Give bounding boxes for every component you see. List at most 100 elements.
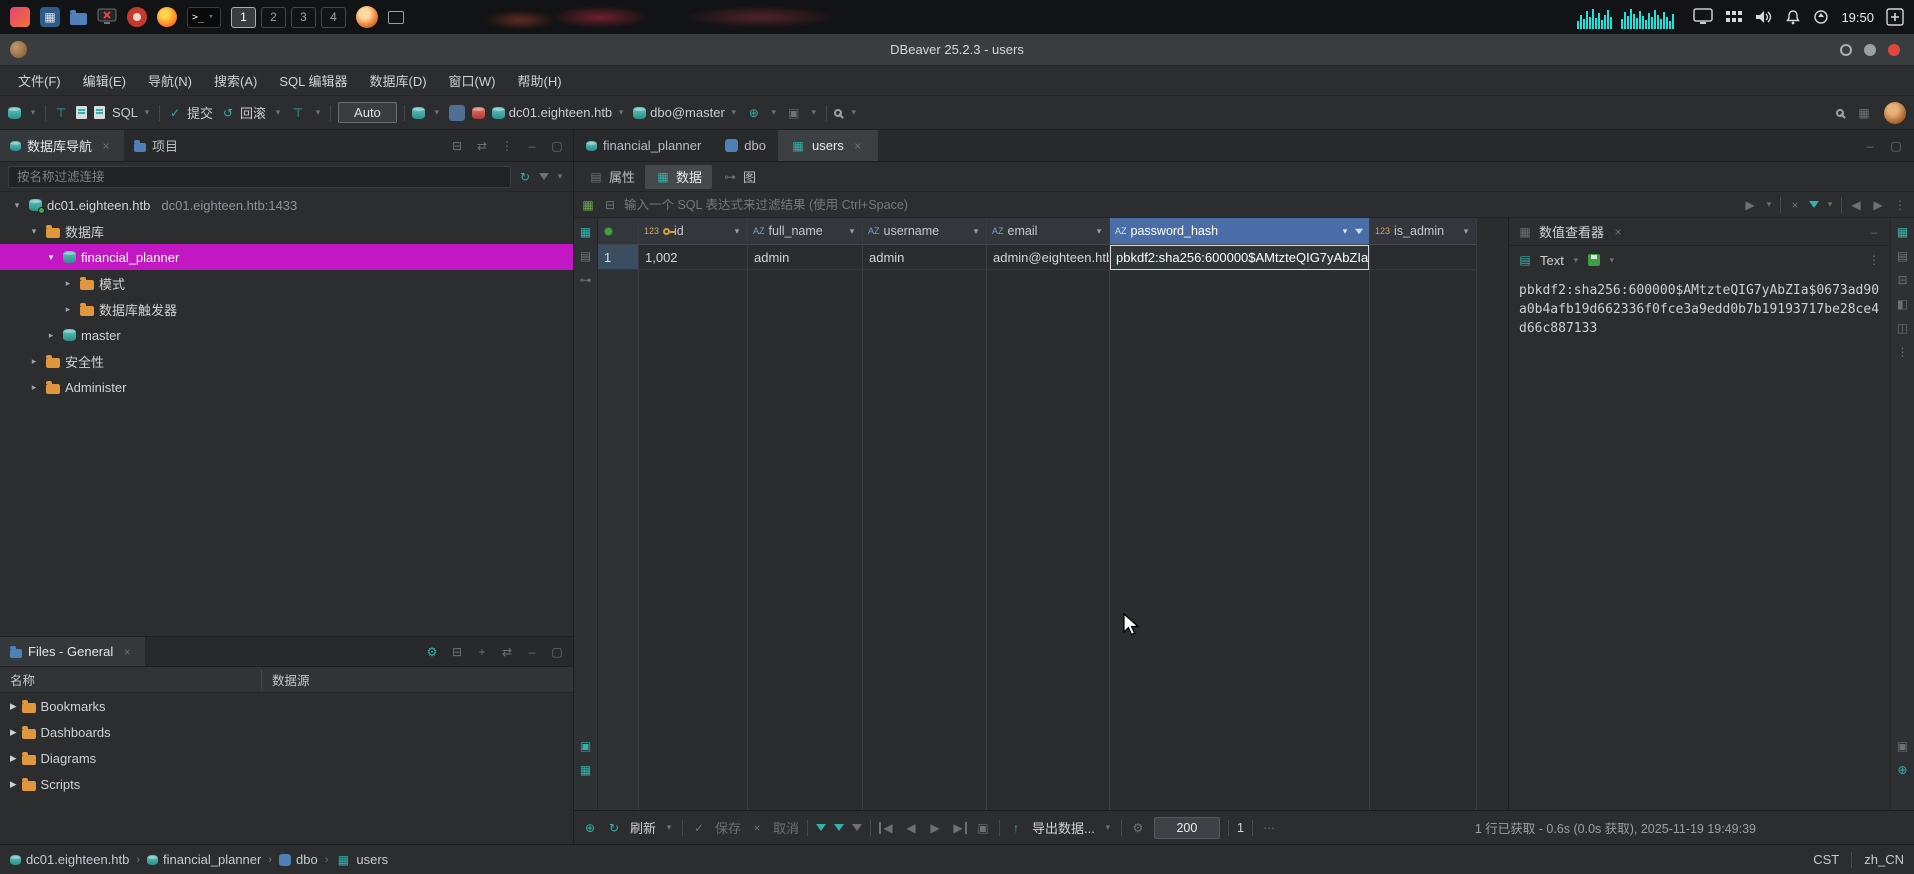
connection-caret-icon[interactable] xyxy=(28,108,38,117)
tree-item-databases[interactable]: 数据库 xyxy=(0,218,573,244)
save-icon[interactable] xyxy=(691,822,707,834)
tab-files-general[interactable]: Files - General xyxy=(0,637,146,666)
value-viewer-content[interactable]: pbkdf2:sha256:600000$AMtzteQIG7yAbZIa$06… xyxy=(1509,274,1890,810)
tab-dbo[interactable]: dbo xyxy=(713,130,778,161)
last-row-icon[interactable] xyxy=(951,821,968,834)
chevron-down-icon[interactable] xyxy=(809,108,819,117)
chevron-down-icon[interactable] xyxy=(1607,256,1617,265)
search-icon[interactable] xyxy=(833,108,842,117)
cancel-button[interactable]: 取消 xyxy=(773,818,799,837)
rollback-button[interactable]: 回滚 xyxy=(220,103,266,122)
settings-icon[interactable] xyxy=(424,646,440,658)
sql-filter-input[interactable] xyxy=(624,197,1736,212)
expand-arrow-icon[interactable] xyxy=(10,776,17,792)
expand-arrow-icon[interactable] xyxy=(10,724,17,740)
expand-arrow-icon[interactable] xyxy=(10,698,17,714)
notifications-bell-icon[interactable] xyxy=(1785,9,1801,25)
row-number-cell[interactable]: 1 xyxy=(598,245,638,270)
value-format-selector[interactable]: Text xyxy=(1540,253,1564,268)
calc-panel-icon[interactable] xyxy=(578,740,594,752)
expand-arrow-icon[interactable] xyxy=(27,226,41,237)
menu-database[interactable]: 数据库(D) xyxy=(360,67,437,94)
link-editor-icon[interactable] xyxy=(499,646,515,658)
add-icon[interactable] xyxy=(474,646,490,658)
cancel-icon[interactable] xyxy=(749,822,765,834)
tab-database-navigator[interactable]: 数据库导航 xyxy=(0,130,125,161)
menu-help[interactable]: 帮助(H) xyxy=(507,67,571,94)
maximize-button[interactable] xyxy=(1864,43,1876,56)
expand-arrow-icon[interactable] xyxy=(44,252,58,263)
transaction-log-icon[interactable] xyxy=(290,107,306,119)
connection-selector[interactable]: dc01.eighteen.htb xyxy=(491,105,626,120)
list-item-dashboards[interactable]: Dashboards xyxy=(0,719,573,745)
filter-remove-icon[interactable] xyxy=(834,824,845,831)
chevron-down-icon[interactable] xyxy=(1825,200,1835,209)
column-dropdown-icon[interactable] xyxy=(1094,227,1104,236)
database-selector[interactable]: dbo@master xyxy=(633,105,739,120)
tree-item-security[interactable]: 安全性 xyxy=(0,348,573,374)
save-value-icon[interactable] xyxy=(1587,254,1600,266)
expand-arrow-icon[interactable] xyxy=(44,330,58,341)
cell-username[interactable]: admin xyxy=(863,245,986,270)
close-icon[interactable] xyxy=(98,140,114,152)
minimize-panel-icon[interactable] xyxy=(1866,226,1882,238)
export-data-button[interactable]: 导出数据... xyxy=(1032,818,1095,837)
close-icon[interactable] xyxy=(119,646,135,658)
expand-arrow-icon[interactable] xyxy=(27,356,41,367)
display-icon[interactable] xyxy=(1693,8,1714,26)
next-row-icon[interactable] xyxy=(927,822,943,834)
filter-add-icon[interactable] xyxy=(816,824,827,831)
column-header-password-hash[interactable]: AZ password_hash xyxy=(1110,218,1369,245)
breadcrumb-database[interactable]: financial_planner xyxy=(147,852,261,867)
first-row-icon[interactable] xyxy=(879,821,895,834)
grouping-panel-icon[interactable] xyxy=(1895,322,1911,334)
refresh-button[interactable]: 刷新 xyxy=(630,818,656,837)
view-menu-icon[interactable] xyxy=(499,140,515,152)
volume-icon[interactable] xyxy=(1755,9,1773,25)
sql-script-icon-2[interactable] xyxy=(94,106,105,119)
perspective-icon[interactable] xyxy=(1856,107,1872,119)
cell-password-hash-selected[interactable]: pbkdf2:sha256:600000$AMtzteQIG7yAbZIa$06 xyxy=(1110,245,1369,270)
more-icon[interactable] xyxy=(1261,822,1277,834)
refresh-panel-icon[interactable] xyxy=(1895,764,1911,776)
monitor-x-icon[interactable] xyxy=(97,7,117,27)
minimize-button[interactable] xyxy=(1840,43,1852,56)
window-outline-icon[interactable] xyxy=(388,10,404,24)
column-dropdown-icon[interactable] xyxy=(1340,227,1350,236)
menu-navigate[interactable]: 导航(N) xyxy=(138,67,202,94)
expand-arrow-icon[interactable] xyxy=(61,278,75,289)
close-icon[interactable] xyxy=(1610,226,1626,238)
grid-mode-icon[interactable] xyxy=(578,226,594,238)
window-titlebar[interactable]: DBeaver 25.2.3 - users xyxy=(0,34,1914,66)
fetch-size-input[interactable] xyxy=(1153,816,1220,839)
workspace-2[interactable]: 2 xyxy=(261,6,286,28)
link-editor-icon[interactable] xyxy=(474,140,490,152)
tab-users[interactable]: users xyxy=(778,130,878,161)
breadcrumb-table[interactable]: users xyxy=(335,852,388,867)
workspace-4[interactable]: 4 xyxy=(321,6,346,28)
connection-filter-input[interactable] xyxy=(8,165,511,188)
tree-item-connection[interactable]: dc01.eighteen.htb dc01.eighteen.htb:1433 xyxy=(0,192,573,218)
cell-is-admin[interactable] xyxy=(1370,245,1476,270)
chevron-down-icon[interactable] xyxy=(1571,256,1581,265)
column-header-full-name[interactable]: AZ full_name xyxy=(748,218,862,245)
chevron-down-icon[interactable] xyxy=(664,823,674,832)
sql-script-icon[interactable] xyxy=(76,106,87,119)
app-launcher-icon[interactable] xyxy=(10,7,30,27)
breadcrumb-schema[interactable]: dbo xyxy=(279,852,318,867)
cell-email[interactable]: admin@eighteen.htb xyxy=(987,245,1109,270)
list-item-bookmarks[interactable]: Bookmarks xyxy=(0,693,573,719)
workspace-3[interactable]: 3 xyxy=(291,6,316,28)
chevron-down-icon[interactable] xyxy=(432,108,442,117)
metadata-panel-icon[interactable] xyxy=(1895,274,1911,286)
reconnect-icon[interactable] xyxy=(582,822,598,834)
transaction-icon[interactable] xyxy=(53,107,69,119)
collapse-all-icon[interactable] xyxy=(449,140,465,152)
column-header-is-admin[interactable]: 123 is_admin xyxy=(1370,218,1476,245)
tab-projects[interactable]: 项目 xyxy=(124,130,188,161)
disconnect-icon[interactable] xyxy=(471,106,485,119)
tree-item-master[interactable]: master xyxy=(0,322,573,348)
value-panel-icon[interactable] xyxy=(1895,226,1911,238)
panels-icon[interactable] xyxy=(578,764,594,776)
tree-item-administer[interactable]: Administer xyxy=(0,374,573,400)
